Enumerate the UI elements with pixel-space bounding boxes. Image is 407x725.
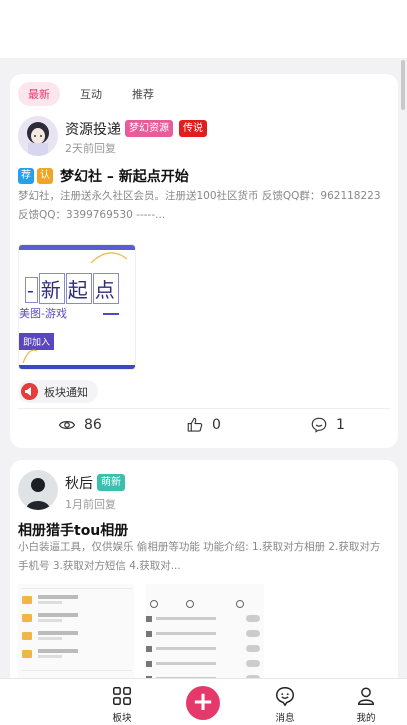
avatar[interactable]: [18, 470, 58, 510]
post-feed[interactable]: 最新 互动 推荐 资源投递 梦幻资源 传说 2天前回复 荐 认 梦幻社 – 新起…: [0, 58, 407, 678]
nav-messages-label: 消息: [275, 713, 295, 724]
nav-board[interactable]: 板块: [92, 685, 152, 724]
image-char-3: 起: [65, 273, 92, 304]
post-excerpt[interactable]: 梦幻社，注册送永久社区会员。注册送100社区货币 反馈QQ群：962118223…: [18, 187, 390, 225]
tab-recommended[interactable]: 推荐: [122, 82, 164, 106]
post-author[interactable]: 秋后: [65, 473, 93, 493]
screenshot-settings[interactable]: [146, 584, 264, 678]
like-button[interactable]: 0: [186, 416, 221, 434]
avatar-dark-figure-image: [18, 470, 58, 510]
image-bottom-bar: [19, 365, 135, 369]
tab-latest[interactable]: 最新: [18, 82, 60, 106]
recommended-tag: 荐: [18, 168, 34, 184]
views-stat: 86: [58, 416, 102, 434]
nav-messages[interactable]: 消息: [255, 685, 315, 724]
image-headline: -新起点: [25, 273, 120, 304]
avatar-anime-girl-image: [18, 116, 58, 156]
create-post-button[interactable]: +: [186, 686, 220, 720]
likes-count: 0: [212, 417, 221, 433]
image-decor-curve: [90, 252, 128, 264]
scrollbar[interactable]: [401, 60, 405, 110]
comment-icon: [311, 417, 327, 433]
nav-mine[interactable]: 我的: [336, 685, 396, 724]
screenshot-file-list[interactable]: [18, 584, 134, 678]
thumbs-up-icon: [187, 417, 203, 432]
post-time: 1月前回复: [65, 498, 116, 511]
post-author[interactable]: 资源投递: [65, 119, 121, 139]
user-badge-legend: 传说: [179, 120, 207, 137]
megaphone-icon: [21, 383, 38, 400]
chat-smile-icon: [276, 687, 294, 707]
comment-button[interactable]: 1: [310, 416, 345, 434]
comments-count: 1: [336, 417, 345, 433]
post-title[interactable]: 相册猎手tou相册: [18, 520, 128, 540]
post-screenshots[interactable]: [18, 584, 390, 678]
post-time: 2天前回复: [65, 142, 116, 155]
nav-board-label: 板块: [112, 713, 132, 724]
user-badge-newbie: 萌新: [97, 474, 125, 491]
image-decor-curve-2: [22, 349, 38, 364]
post-title-row[interactable]: 荐 认 梦幻社 – 新起点开始: [18, 166, 189, 186]
views-count: 86: [84, 417, 102, 433]
image-char-4: 点: [92, 273, 119, 304]
post-image[interactable]: -新起点 美图-游戏 即加入: [18, 244, 136, 370]
verified-tag: 认: [37, 168, 53, 184]
divider: [18, 408, 390, 409]
post-title-row[interactable]: 相册猎手tou相册: [18, 520, 128, 540]
bottom-nav: 板块 + 消息 我的: [0, 678, 407, 725]
post-card-2[interactable]: 秋后 萌新 1月前回复 相册猎手tou相册 小白装逼工具，仅供娱乐 偷相册等功能…: [10, 460, 398, 678]
eye-icon: [58, 421, 76, 429]
image-char-2: 新: [38, 273, 65, 304]
user-icon: [357, 687, 375, 705]
board-chip-label: 板块通知: [44, 385, 88, 399]
tab-interaction[interactable]: 互动: [70, 82, 112, 106]
image-subline: 美图-游戏: [19, 307, 67, 320]
nav-mine-label: 我的: [356, 713, 376, 724]
feed-tabs: 最新 互动 推荐: [18, 82, 164, 106]
grid-icon: [113, 687, 131, 705]
post-excerpt[interactable]: 小白装逼工具，仅供娱乐 偷相册等功能 功能介绍: 1.获取对方相册 2.获取对方…: [18, 538, 390, 576]
image-char-1: -: [25, 277, 38, 303]
post-title[interactable]: 梦幻社 – 新起点开始: [60, 166, 189, 186]
post-card-1[interactable]: 最新 互动 推荐 资源投递 梦幻资源 传说 2天前回复 荐 认 梦幻社 – 新起…: [10, 74, 398, 448]
board-chip[interactable]: 板块通知: [18, 380, 98, 403]
user-badge-dream-resource: 梦幻资源: [125, 120, 173, 137]
avatar[interactable]: [18, 116, 58, 156]
image-dash: [103, 313, 119, 315]
status-bar: [0, 0, 407, 58]
